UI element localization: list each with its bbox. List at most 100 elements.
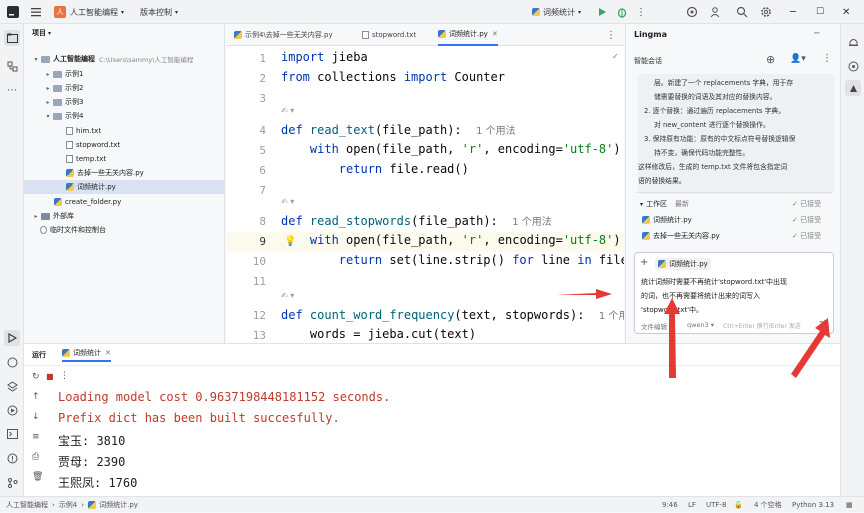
vcs-label: 版本控制 bbox=[140, 7, 172, 17]
ai-message-line: 层。新建了一个 replacements 字典，用于存 bbox=[654, 79, 794, 87]
search-icon[interactable] bbox=[736, 0, 748, 24]
print-icon[interactable]: ⎙ bbox=[32, 452, 39, 462]
tree-file-create-folder[interactable]: create_folder.py bbox=[24, 195, 224, 209]
python-packages-icon[interactable] bbox=[4, 354, 20, 370]
line-number: 10 bbox=[252, 255, 266, 268]
close-icon[interactable]: ✕ bbox=[492, 30, 498, 38]
services-icon[interactable] bbox=[4, 402, 20, 418]
tab-stopword[interactable]: stopword.txt bbox=[362, 24, 416, 46]
more-tools-icon[interactable]: ⋯ bbox=[4, 82, 20, 98]
settings-gear-icon[interactable] bbox=[760, 0, 772, 24]
maximize-button[interactable]: ☐ bbox=[816, 0, 824, 24]
project-switcher[interactable]: 人 人工智能编程 ▾ bbox=[54, 0, 124, 24]
new-chat-icon[interactable]: ⊕ bbox=[766, 53, 775, 66]
more-actions-icon[interactable]: ⋮ bbox=[636, 0, 646, 24]
ai-assistant-icon[interactable] bbox=[686, 0, 698, 24]
workspace-file[interactable]: 去掉一些无关内容.py bbox=[642, 231, 720, 241]
annotation-arrow bbox=[791, 318, 830, 378]
tree-item-label: 去掉一些无关内容.py bbox=[77, 169, 144, 177]
tab-remove-irrelevant[interactable]: 示例4\去掉一些无关内容.py bbox=[234, 24, 333, 46]
indent-setting[interactable]: 4 个空格 bbox=[754, 497, 782, 513]
run-tool-icon[interactable] bbox=[4, 330, 20, 346]
scroll-up-icon[interactable]: ↑ bbox=[32, 392, 40, 402]
tree-scratches[interactable]: 临时文件和控制台 bbox=[24, 223, 224, 237]
workspace-header[interactable]: ▾ 工作区 最新 bbox=[640, 199, 689, 209]
context-file-chip[interactable]: 词频统计.py bbox=[655, 258, 711, 270]
clear-icon[interactable]: 🗑 bbox=[32, 472, 43, 482]
tree-folder-example2[interactable]: ▸ 示例2 bbox=[24, 81, 224, 95]
structure-tool-icon[interactable] bbox=[4, 58, 20, 74]
breadcrumb-folder[interactable]: 示例4 bbox=[59, 500, 77, 510]
tree-external-libraries[interactable]: ▸ 外部库 bbox=[24, 209, 224, 223]
right-tool-strip bbox=[840, 24, 864, 496]
more-icon[interactable]: ⋮ bbox=[822, 53, 832, 64]
stop-icon[interactable]: ■ bbox=[46, 372, 54, 381]
project-tool-icon[interactable] bbox=[4, 30, 20, 46]
line-separator[interactable]: LF bbox=[688, 497, 696, 513]
workspace-file[interactable]: 词频统计.py bbox=[642, 215, 692, 225]
memory-indicator-icon[interactable]: ▦ bbox=[846, 497, 853, 513]
file-encoding[interactable]: UTF-8 bbox=[706, 497, 726, 513]
problems-icon[interactable] bbox=[4, 450, 20, 466]
ai-gutter-icon[interactable]: ✍ ▾ bbox=[281, 197, 294, 206]
text-file-icon bbox=[362, 31, 369, 39]
tree-file-temp[interactable]: temp.txt bbox=[24, 152, 224, 166]
usage-hint[interactable]: 1 个用法 bbox=[476, 126, 516, 137]
tree-folder-example3[interactable]: ▸ 示例3 bbox=[24, 95, 224, 109]
tree-folder-example1[interactable]: ▸ 示例1 bbox=[24, 67, 224, 81]
vcs-menu[interactable]: 版本控制 ▾ bbox=[140, 0, 178, 24]
tree-file-word-frequency[interactable]: 词频统计.py bbox=[24, 180, 224, 194]
line-number: 3 bbox=[259, 92, 266, 105]
soft-wrap-icon[interactable]: ≡ bbox=[32, 432, 40, 442]
file-status: ✓ 已接受 bbox=[792, 232, 822, 240]
console-line-text: Loading model cost 0.9637198448181152 se… bbox=[58, 390, 391, 404]
run-button[interactable] bbox=[596, 0, 608, 24]
context-file-name: 词频统计.py bbox=[669, 260, 708, 268]
python-interpreter[interactable]: Python 3.13 bbox=[792, 497, 834, 513]
close-icon[interactable]: ✕ bbox=[105, 349, 111, 357]
tabs-menu-icon[interactable]: ⋮ bbox=[606, 24, 616, 46]
lock-icon[interactable]: 🔓 bbox=[734, 497, 743, 513]
layers-icon[interactable] bbox=[4, 378, 20, 394]
minimize-button[interactable]: ─ bbox=[790, 0, 796, 24]
model-selector[interactable]: qwen3 ▾ bbox=[687, 321, 714, 329]
rerun-icon[interactable]: ↻ bbox=[32, 372, 40, 382]
breadcrumb-project[interactable]: 人工智能编程 bbox=[6, 500, 48, 510]
minimize-panel-icon[interactable]: ─ bbox=[814, 29, 819, 39]
debug-button[interactable] bbox=[616, 0, 628, 24]
git-icon[interactable] bbox=[4, 474, 20, 490]
more-icon[interactable]: ⋮ bbox=[60, 371, 69, 381]
run-config-selector[interactable]: 词频统计 ▾ bbox=[532, 0, 581, 24]
terminal-icon[interactable] bbox=[4, 426, 20, 442]
code-review-icon[interactable] bbox=[845, 58, 861, 74]
inspection-ok-icon[interactable]: ✓ bbox=[612, 52, 620, 61]
chevron-down-icon: ▾ bbox=[48, 29, 52, 37]
main-menu-icon[interactable] bbox=[30, 0, 42, 24]
tree-file-remove-irrelevant[interactable]: 去掉一些无关内容.py bbox=[24, 166, 224, 180]
cursor-position[interactable]: 9:46 bbox=[662, 497, 678, 513]
tree-file-stopword[interactable]: stopword.txt bbox=[24, 138, 224, 152]
annotation-arrow bbox=[556, 289, 612, 299]
usage-hint[interactable]: 1 个用法 bbox=[512, 217, 552, 228]
tree-folder-example4[interactable]: ▾ 示例4 bbox=[24, 109, 224, 123]
run-config-tab[interactable]: 词频统计 ✕ bbox=[62, 348, 111, 362]
close-button[interactable]: ✕ bbox=[842, 0, 850, 24]
lingma-tool-icon[interactable] bbox=[845, 80, 861, 96]
scroll-down-icon[interactable]: ↓ bbox=[32, 412, 40, 422]
tab-word-frequency[interactable]: 词频统计.py ✕ bbox=[438, 24, 498, 46]
project-panel-header[interactable]: 项目 ▾ bbox=[32, 28, 51, 38]
user-icon[interactable]: 👤▾ bbox=[790, 54, 806, 64]
scratch-icon bbox=[40, 226, 47, 234]
usage-hint[interactable]: 1 个用 bbox=[599, 311, 624, 322]
ai-gutter-icon[interactable]: ✍ ▾ bbox=[281, 291, 294, 300]
user-add-icon[interactable] bbox=[710, 0, 722, 24]
tree-file-him[interactable]: him.txt bbox=[24, 124, 224, 138]
workspace-sort[interactable]: 最新 bbox=[675, 199, 689, 209]
app-logo-icon[interactable] bbox=[6, 0, 20, 24]
tree-root[interactable]: ▾ 人工智能编程 C:\Users\sammy\人工智能编程 bbox=[24, 52, 224, 66]
add-context-icon[interactable]: + bbox=[640, 257, 648, 268]
breadcrumb-file[interactable]: 词频统计.py bbox=[99, 500, 138, 510]
run-panel: 运行 词频统计 ✕ ↻ ■ ⋮ ↑ ↓ ≡ ⎙ 🗑 Loading model c… bbox=[24, 343, 840, 496]
ai-gutter-icon[interactable]: ✍ ▾ bbox=[281, 106, 294, 115]
notifications-icon[interactable] bbox=[845, 34, 861, 50]
